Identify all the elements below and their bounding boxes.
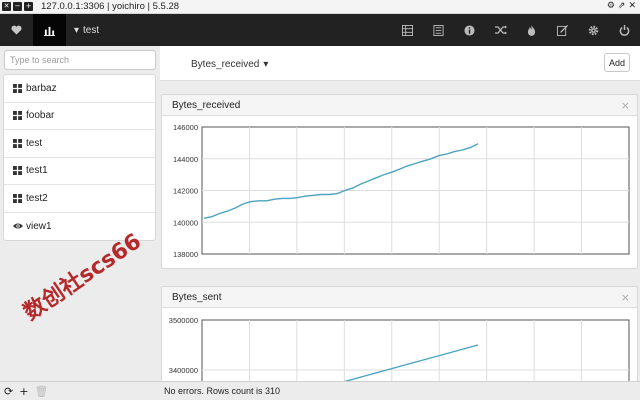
- database-selector[interactable]: ▾ test: [74, 25, 99, 36]
- caret-down-icon: ▾: [263, 59, 269, 70]
- window-controls: ✕ − +: [2, 2, 33, 11]
- trash-icon: 🗑: [34, 385, 49, 398]
- shuffle-button[interactable]: [485, 14, 516, 46]
- table-name: test1: [26, 165, 48, 177]
- stats-button[interactable]: [33, 14, 66, 46]
- close-icon[interactable]: ✕: [2, 2, 11, 11]
- bar-chart-icon: [44, 26, 55, 36]
- sidebar: barbaz foobar test test1 test2 view1: [0, 46, 160, 381]
- info-icon: [464, 24, 475, 36]
- heart-icon: [11, 25, 22, 35]
- status-bar: ⟳ + 🗑 No errors. Rows count is 310: [0, 381, 640, 400]
- refresh-icon[interactable]: ⟳: [4, 385, 13, 398]
- close-icon[interactable]: ×: [621, 99, 630, 112]
- fire-icon: [527, 24, 536, 36]
- table-name: test: [26, 137, 43, 149]
- window-title: 127.0.0.1:3306 | yoichiro | 5.5.28: [41, 1, 180, 12]
- series-line: [343, 344, 479, 381]
- table-item-test[interactable]: test: [4, 130, 155, 158]
- metric-selector[interactable]: Bytes_received ▾: [191, 59, 268, 70]
- table-icon: [13, 193, 23, 203]
- settings-button[interactable]: [578, 14, 609, 46]
- table-name: test2: [26, 192, 48, 204]
- table-item-barbaz[interactable]: barbaz: [4, 75, 155, 103]
- table-item-test2[interactable]: test2: [4, 185, 155, 213]
- y-tick-label: 3400000: [169, 366, 198, 375]
- metric-label: Bytes_received: [191, 59, 260, 70]
- edit-icon: [557, 24, 568, 36]
- chart-panel-bytes-sent: Bytes_sent × 3400000 3500000: [161, 286, 638, 381]
- table-icon: [13, 111, 23, 121]
- main-navbar: ▾ test: [0, 14, 640, 46]
- eye-icon: [13, 221, 23, 231]
- table-view-icon: [402, 24, 413, 36]
- add-icon[interactable]: +: [19, 385, 28, 398]
- panel-title: Bytes_received: [172, 99, 241, 111]
- popout-icon[interactable]: ⇗: [618, 1, 626, 11]
- table-item-foobar[interactable]: foobar: [4, 103, 155, 130]
- search-input[interactable]: [4, 50, 156, 70]
- series-line: [203, 143, 479, 219]
- table-name: barbaz: [26, 82, 57, 94]
- panel-header: Bytes_received ×: [162, 95, 637, 116]
- y-tick-label: 142000: [173, 187, 198, 196]
- panel-title: Bytes_sent: [172, 291, 222, 303]
- y-tick-label: 140000: [173, 218, 198, 227]
- gear-icon[interactable]: ⚙: [607, 1, 615, 11]
- y-tick-label: 146000: [173, 123, 198, 132]
- graph-toolbar: Bytes_received ▾ Add: [160, 46, 640, 81]
- chart-panel-bytes-received: Bytes_received × 138000 140000 142000 14400…: [161, 94, 638, 269]
- y-tick-label: 138000: [173, 250, 198, 259]
- favorites-button[interactable]: [0, 14, 33, 46]
- window-titlebar: ✕ − + 127.0.0.1:3306 | yoichiro | 5.5.28…: [0, 0, 640, 14]
- y-tick-label: 3500000: [169, 316, 198, 325]
- status-message: No errors. Rows count is 310: [164, 386, 281, 396]
- table-list: barbaz foobar test test1 test2 view1: [3, 74, 156, 241]
- info-button[interactable]: [454, 14, 485, 46]
- processes-button[interactable]: [516, 14, 547, 46]
- add-button[interactable]: Add: [604, 53, 630, 72]
- line-chart: 138000 140000 142000 144000 146000: [173, 123, 630, 259]
- table-name: view1: [26, 220, 52, 232]
- y-tick-label: 144000: [173, 155, 198, 164]
- main-content: Bytes_received ▾ Add Bytes_received × 13…: [160, 46, 640, 381]
- shuffle-icon: [494, 25, 507, 35]
- gear-icon: [588, 25, 599, 35]
- edit-button[interactable]: [547, 14, 578, 46]
- status-tools: ⟳ + 🗑: [4, 385, 48, 398]
- table-name: foobar: [26, 110, 55, 122]
- table-icon: [13, 138, 23, 148]
- line-chart: 3400000 3500000: [169, 316, 630, 381]
- list-view-icon: [433, 24, 444, 36]
- close-icon[interactable]: ×: [621, 291, 630, 304]
- power-icon: [619, 24, 630, 36]
- caret-down-icon: ▾: [74, 24, 80, 36]
- database-name: test: [83, 24, 100, 36]
- table-item-test1[interactable]: test1: [4, 158, 155, 185]
- plot-frame: [201, 319, 630, 381]
- navbar-right-tools: [392, 14, 640, 46]
- table-icon: [13, 166, 23, 176]
- window-right-controls: ⚙ ⇗ ✕: [607, 1, 636, 11]
- close-icon[interactable]: ✕: [628, 1, 636, 11]
- list-view-button[interactable]: [423, 14, 454, 46]
- table-icon: [13, 83, 23, 93]
- maximize-icon[interactable]: +: [24, 2, 33, 11]
- table-view-button[interactable]: [392, 14, 423, 46]
- power-button[interactable]: [609, 14, 640, 46]
- minimize-icon[interactable]: −: [13, 2, 22, 11]
- panel-header: Bytes_sent ×: [162, 287, 637, 308]
